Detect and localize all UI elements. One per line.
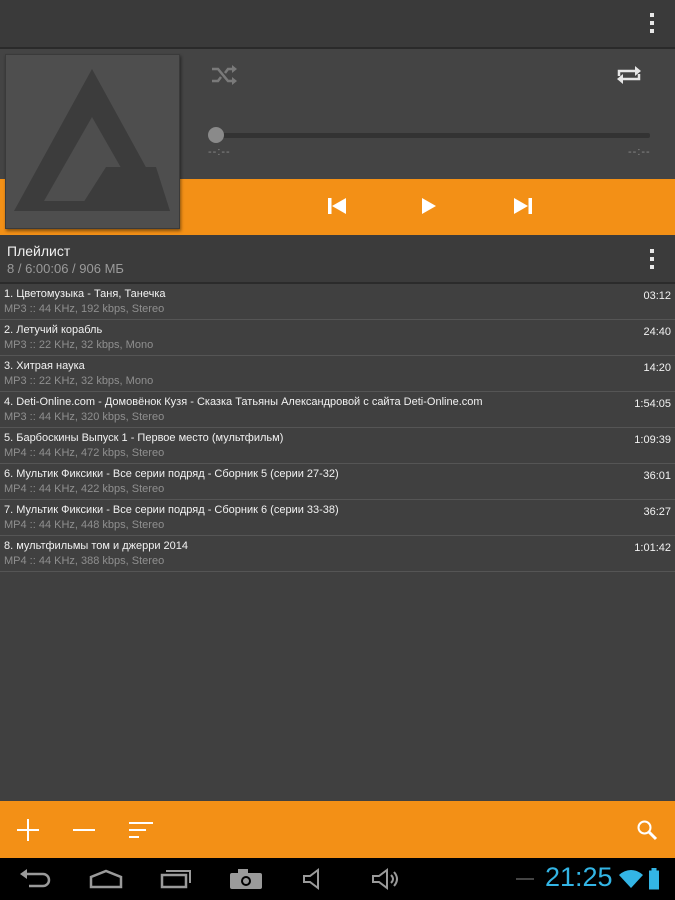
screenshot-icon[interactable] — [226, 866, 266, 892]
track-title: 6. Мультик Фиксики - Все серии подряд - … — [4, 468, 339, 480]
action-bar — [0, 0, 675, 49]
track-duration: 14:20 — [643, 362, 671, 374]
track-duration: --:-- — [628, 146, 651, 158]
track-row[interactable]: 1. Цветомузыка - Таня, Танечка MP3 :: 44… — [0, 284, 675, 320]
volume-down-icon[interactable] — [298, 866, 332, 892]
track-duration: 1:01:42 — [634, 542, 671, 554]
track-title: 2. Летучий корабль — [4, 324, 103, 336]
track-row[interactable]: 8. мультфильмы том и джерри 2014 MP4 :: … — [0, 536, 675, 572]
shuffle-icon[interactable] — [208, 60, 240, 90]
overflow-menu-icon[interactable] — [640, 8, 664, 38]
track-title: 3. Хитрая наука — [4, 360, 85, 372]
app-logo-icon — [14, 69, 170, 211]
track-title: 7. Мультик Фиксики - Все серии подряд - … — [4, 504, 339, 516]
track-format: MP4 :: 44 KHz, 422 kbps, Stereo — [4, 483, 165, 495]
bottom-toolbar — [0, 801, 675, 858]
track-row[interactable]: 6. Мультик Фиксики - Все серии подряд - … — [0, 464, 675, 500]
track-format: MP4 :: 44 KHz, 472 kbps, Stereo — [4, 447, 165, 459]
play-icon[interactable] — [412, 190, 446, 222]
playlist-menu-icon[interactable] — [640, 244, 664, 274]
track-format: MP4 :: 44 KHz, 388 kbps, Stereo — [4, 555, 165, 567]
track-row[interactable]: 5. Барбоскины Выпуск 1 - Первое место (м… — [0, 428, 675, 464]
track-format: MP3 :: 44 KHz, 320 kbps, Stereo — [4, 411, 165, 423]
track-duration: 03:12 — [643, 290, 671, 302]
system-nav-bar: 21:25 — [0, 858, 675, 900]
search-icon[interactable] — [632, 815, 662, 845]
track-title: 4. Deti-Online.com - Домовёнок Кузя - Ск… — [4, 396, 483, 408]
skip-previous-icon[interactable] — [320, 190, 354, 222]
seek-bar-thumb[interactable] — [208, 127, 224, 143]
track-format: MP3 :: 44 KHz, 192 kbps, Stereo — [4, 303, 165, 315]
recent-apps-icon[interactable] — [158, 866, 194, 892]
current-position: --:-- — [208, 146, 231, 158]
volume-up-icon[interactable] — [368, 866, 404, 892]
track-duration: 36:01 — [643, 470, 671, 482]
battery-icon — [646, 866, 662, 892]
seek-bar-track[interactable] — [216, 133, 650, 138]
track-row[interactable]: 4. Deti-Online.com - Домовёнок Кузя - Ск… — [0, 392, 675, 428]
playlist-header: Плейлист 8 / 6:00:06 / 906 МБ — [0, 235, 675, 284]
wifi-icon — [618, 868, 644, 890]
track-duration: 1:54:05 — [634, 398, 671, 410]
skip-next-icon[interactable] — [506, 190, 540, 222]
add-icon[interactable] — [12, 815, 44, 845]
track-duration: 36:27 — [643, 506, 671, 518]
back-icon[interactable] — [18, 866, 52, 892]
home-icon[interactable] — [86, 866, 126, 892]
remove-icon[interactable] — [68, 815, 100, 845]
status-clock: 21:25 — [545, 862, 613, 892]
track-format: MP3 :: 22 KHz, 32 kbps, Mono — [4, 375, 154, 387]
playlist-summary: 8 / 6:00:06 / 906 МБ — [7, 261, 124, 276]
album-art — [5, 54, 180, 229]
track-duration: 1:09:39 — [634, 434, 671, 446]
track-row[interactable]: 3. Хитрая наука MP3 :: 22 KHz, 32 kbps, … — [0, 356, 675, 392]
playlist-title: Плейлист — [7, 243, 71, 259]
notification-indicator — [516, 878, 534, 880]
track-title: 1. Цветомузыка - Таня, Танечка — [4, 288, 166, 300]
track-title: 5. Барбоскины Выпуск 1 - Первое место (м… — [4, 432, 284, 444]
sort-icon[interactable] — [124, 815, 158, 845]
track-format: MP3 :: 22 KHz, 32 kbps, Mono — [4, 339, 154, 351]
repeat-icon[interactable] — [612, 60, 646, 90]
track-row[interactable]: 2. Летучий корабль MP3 :: 22 KHz, 32 kbp… — [0, 320, 675, 356]
track-format: MP4 :: 44 KHz, 448 kbps, Stereo — [4, 519, 165, 531]
track-list: 1. Цветомузыка - Таня, Танечка MP3 :: 44… — [0, 284, 675, 572]
track-row[interactable]: 7. Мультик Фиксики - Все серии подряд - … — [0, 500, 675, 536]
track-duration: 24:40 — [643, 326, 671, 338]
track-title: 8. мультфильмы том и джерри 2014 — [4, 540, 189, 552]
